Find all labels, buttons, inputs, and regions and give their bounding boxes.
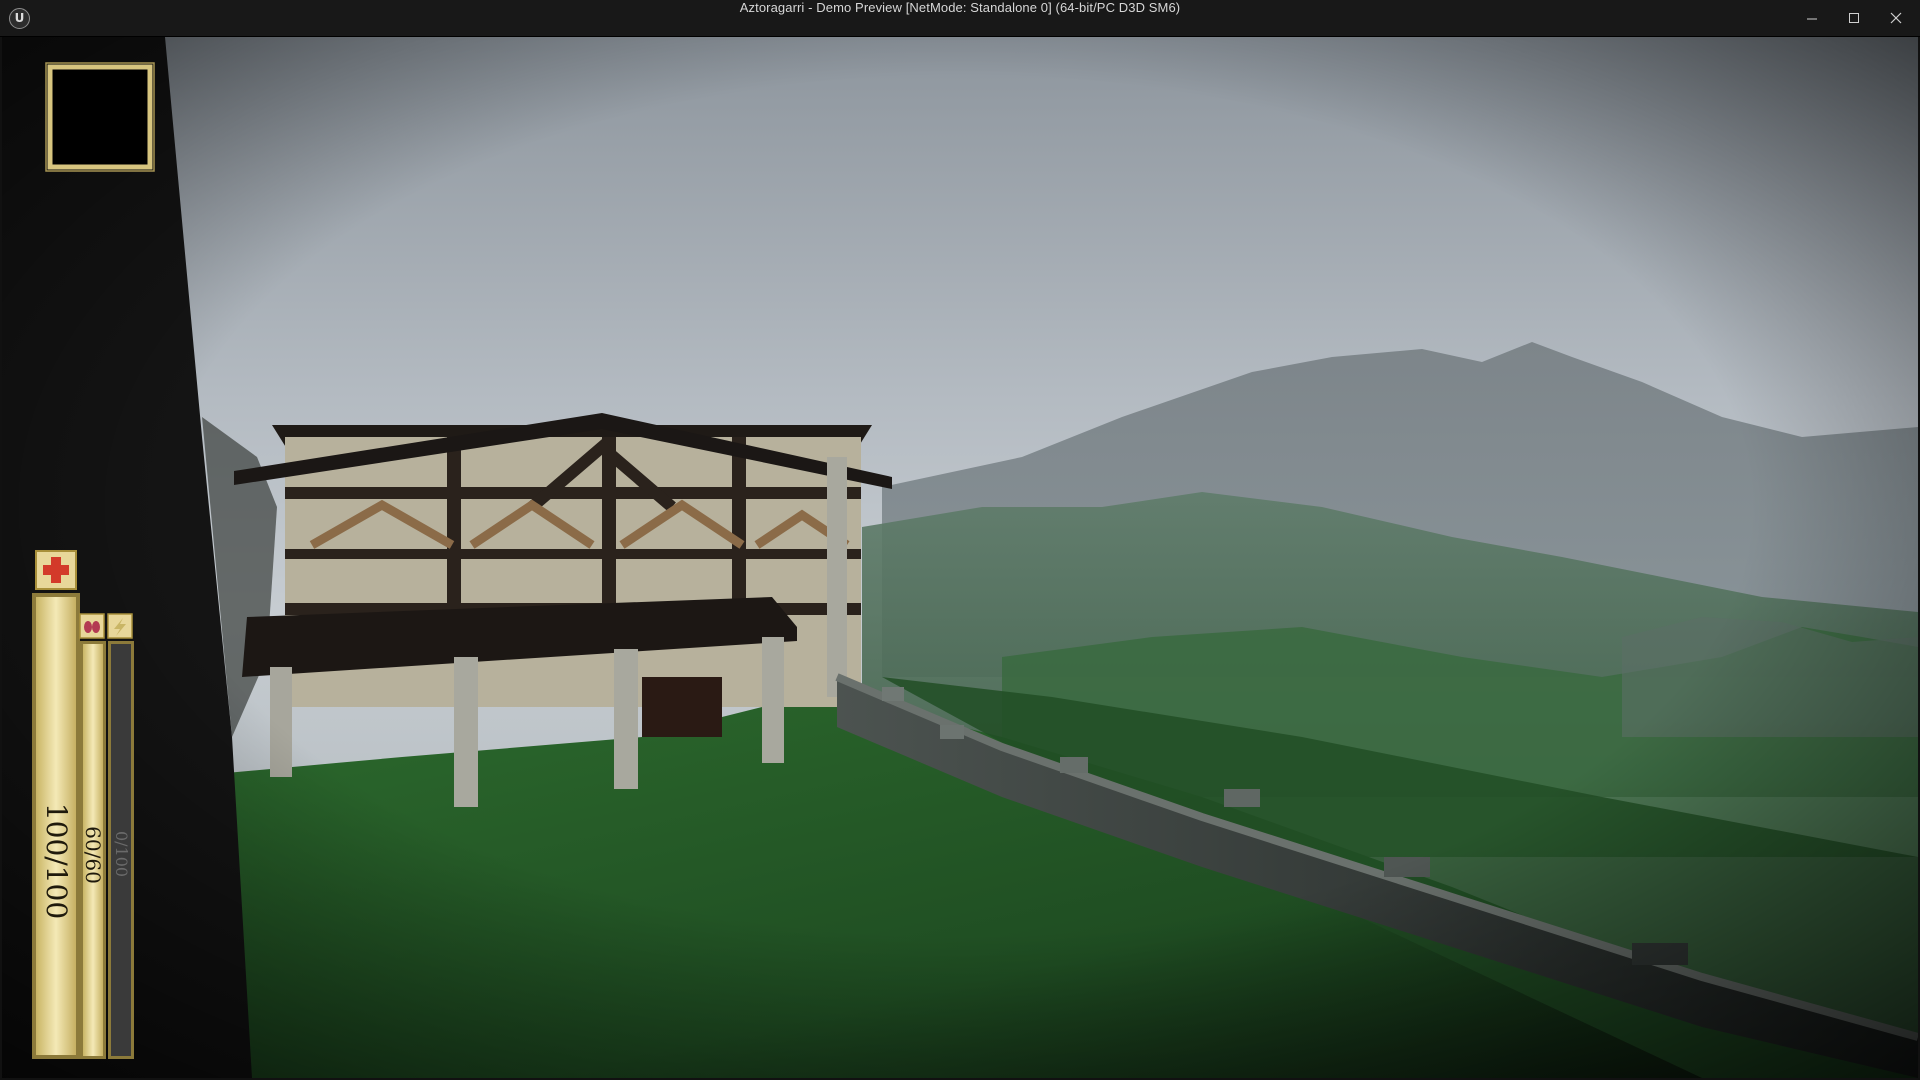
stamina-value: 60/60 [81,826,105,884]
title-bar[interactable]: U Aztoragarri - Demo Preview [NetMode: S… [0,0,1920,37]
player-hud: 100/100 60/60 0/100 [2,37,242,1078]
red-cross-icon [35,550,77,590]
close-button[interactable] [1875,0,1917,37]
lungs-icon [79,613,105,639]
lightning-icon [107,613,133,639]
game-window: U Aztoragarri - Demo Preview [NetMode: S… [0,0,1920,1080]
minimize-icon [1807,18,1817,20]
hud-graphics [32,62,155,1059]
window-title: Aztoragarri - Demo Preview [NetMode: Sta… [739,0,1181,15]
health-value: 100/100 [40,802,73,920]
game-viewport[interactable]: 100/100 60/60 0/100 [2,37,1918,1078]
game-scene [2,37,1918,1078]
mana-value: 0/100 [112,830,131,878]
minimize-button[interactable] [1791,0,1833,37]
maximize-button[interactable] [1833,0,1875,37]
empty-portrait-frame-icon [45,62,155,172]
maximize-icon [1849,13,1859,23]
close-icon [1890,12,1902,24]
